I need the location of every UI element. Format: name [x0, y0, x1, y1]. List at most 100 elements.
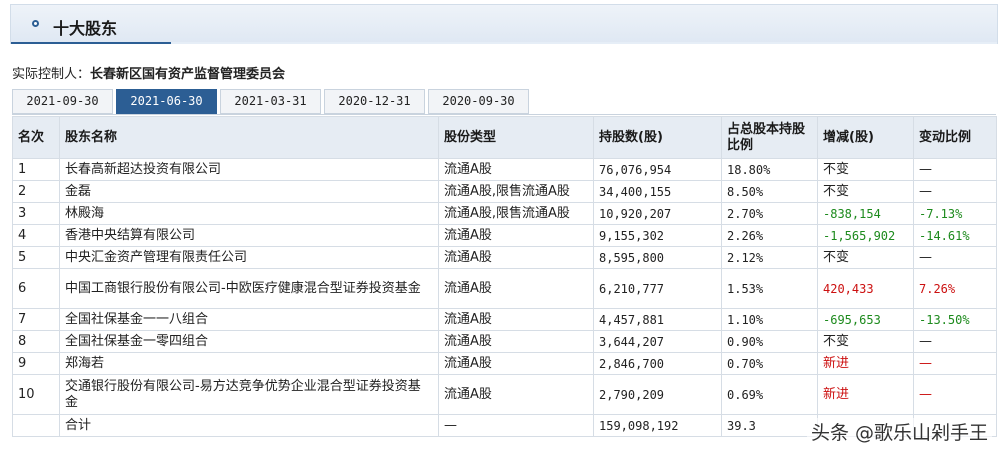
cell-change-ratio: — — [913, 246, 997, 269]
header-ratio: 占总股本持股比例 — [721, 116, 818, 159]
cell-shares: 6,210,777 — [593, 268, 722, 309]
cell-rank-empty — [12, 414, 60, 437]
table-row: 1 长春高新超达投资有限公司 流通A股 76,076,954 18.80% 不变… — [12, 158, 997, 181]
cell-change-ratio: 7.26% — [913, 268, 997, 309]
cell-change-ratio: — — [913, 158, 997, 181]
section-header: 十大股东 — [10, 4, 998, 44]
cell-rank: 1 — [12, 158, 60, 181]
tab-2021-06-30[interactable]: 2021-06-30 — [116, 89, 217, 114]
cell-shares: 2,846,700 — [593, 352, 722, 375]
cell-type: 流通A股 — [438, 308, 594, 331]
cell-name: 全国社保基金一一八组合 — [59, 308, 439, 331]
cell-ratio: 2.12% — [721, 246, 818, 269]
header-rank: 名次 — [12, 116, 60, 159]
cell-name: 交通银行股份有限公司-易方达竞争优势企业混合型证券投资基金 — [59, 374, 439, 415]
cell-change: -1,565,902 — [817, 224, 914, 247]
cell-type: 流通A股 — [438, 330, 594, 353]
cell-name: 林殿海 — [59, 202, 439, 225]
controller-label: 实际控制人： — [12, 67, 91, 82]
cell-change: 不变 — [817, 180, 914, 203]
table-row: 5 中央汇金资产管理有限责任公司 流通A股 8,595,800 2.12% 不变… — [12, 246, 997, 269]
cell-type: 流通A股 — [438, 224, 594, 247]
cell-shares: 2,790,209 — [593, 374, 722, 415]
cell-rank: 10 — [12, 374, 60, 415]
tab-2021-09-30[interactable]: 2021-09-30 — [12, 89, 113, 114]
cell-ratio: 0.90% — [721, 330, 818, 353]
cell-change-ratio: — — [913, 180, 997, 203]
cell-type: 流通A股 — [438, 352, 594, 375]
tab-2020-12-31[interactable]: 2020-12-31 — [324, 89, 425, 114]
cell-change: 不变 — [817, 330, 914, 353]
cell-type: 流通A股 — [438, 268, 594, 309]
cell-type: 流通A股 — [438, 158, 594, 181]
table-row: 10 交通银行股份有限公司-易方达竞争优势企业混合型证券投资基金 流通A股 2,… — [12, 374, 997, 415]
cell-ratio: 0.70% — [721, 352, 818, 375]
cell-name: 郑海若 — [59, 352, 439, 375]
cell-change: 不变 — [817, 246, 914, 269]
table-row: 6 中国工商银行股份有限公司-中欧医疗健康混合型证券投资基金 流通A股 6,21… — [12, 268, 997, 309]
cell-total-label: 合计 — [59, 414, 439, 437]
tab-2021-03-31[interactable]: 2021-03-31 — [220, 89, 321, 114]
cell-rank: 9 — [12, 352, 60, 375]
cell-change-ratio: -14.61% — [913, 224, 997, 247]
cell-ratio: 0.69% — [721, 374, 818, 415]
cell-total-shares: 159,098,192 — [593, 414, 722, 437]
cell-change: 新进 — [817, 352, 914, 375]
cell-name: 中央汇金资产管理有限责任公司 — [59, 246, 439, 269]
cell-ratio: 18.80% — [721, 158, 818, 181]
actual-controller: 实际控制人：长春新区国有资产监督管理委员会 — [12, 63, 285, 82]
cell-change: 新进 — [817, 374, 914, 415]
cell-rank: 8 — [12, 330, 60, 353]
cell-ratio: 1.10% — [721, 308, 818, 331]
header-shares: 持股数(股) — [593, 116, 722, 159]
cell-ratio: 8.50% — [721, 180, 818, 203]
cell-change-ratio: -7.13% — [913, 202, 997, 225]
cell-change: 不变 — [817, 158, 914, 181]
table-row: 4 香港中央结算有限公司 流通A股 9,155,302 2.26% -1,565… — [12, 224, 997, 247]
cell-rank: 4 — [12, 224, 60, 247]
section-title: 十大股东 — [53, 19, 118, 38]
cell-shares: 3,644,207 — [593, 330, 722, 353]
cell-rank: 6 — [12, 268, 60, 309]
cell-type: 流通A股 — [438, 374, 594, 415]
cell-shares: 34,400,155 — [593, 180, 722, 203]
cell-shares: 9,155,302 — [593, 224, 722, 247]
watermark: 头条 @歌乐山剁手王 — [806, 418, 992, 445]
cell-shares: 8,595,800 — [593, 246, 722, 269]
cell-shares: 76,076,954 — [593, 158, 722, 181]
cell-rank: 7 — [12, 308, 60, 331]
cell-change-ratio: — — [913, 330, 997, 353]
cell-type: 流通A股 — [438, 246, 594, 269]
table-row: 2 金磊 流通A股,限售流通A股 34,400,155 8.50% 不变 — — [12, 180, 997, 203]
header-change-ratio: 变动比例 — [913, 116, 997, 159]
cell-type: 流通A股,限售流通A股 — [438, 202, 594, 225]
table-header-row: 名次 股东名称 股份类型 持股数(股) 占总股本持股比例 增减(股) 变动比例 — [12, 116, 997, 159]
cell-change-ratio: — — [913, 374, 997, 415]
cell-change: -838,154 — [817, 202, 914, 225]
table-row: 8 全国社保基金一零四组合 流通A股 3,644,207 0.90% 不变 — — [12, 330, 997, 353]
table-row: 7 全国社保基金一一八组合 流通A股 4,457,881 1.10% -695,… — [12, 308, 997, 331]
cell-change: -695,653 — [817, 308, 914, 331]
cell-shares: 4,457,881 — [593, 308, 722, 331]
cell-name: 金磊 — [59, 180, 439, 203]
cell-name: 香港中央结算有限公司 — [59, 224, 439, 247]
cell-change-ratio: -13.50% — [913, 308, 997, 331]
table-row: 9 郑海若 流通A股 2,846,700 0.70% 新进 — — [12, 352, 997, 375]
cell-total-ratio: 39.3 — [721, 414, 818, 437]
date-tabs: 2021-09-30 2021-06-30 2021-03-31 2020-12… — [12, 88, 996, 115]
cell-change-ratio: — — [913, 352, 997, 375]
tab-2020-09-30[interactable]: 2020-09-30 — [428, 89, 529, 114]
cell-name: 全国社保基金一零四组合 — [59, 330, 439, 353]
header-active-underline — [11, 42, 171, 44]
cell-ratio: 2.26% — [721, 224, 818, 247]
cell-name: 长春高新超达投资有限公司 — [59, 158, 439, 181]
circle-bullet-icon — [32, 20, 39, 27]
cell-total-type: — — [438, 414, 594, 437]
cell-shares: 10,920,207 — [593, 202, 722, 225]
header-type: 股份类型 — [438, 116, 594, 159]
cell-name: 中国工商银行股份有限公司-中欧医疗健康混合型证券投资基金 — [59, 268, 439, 309]
cell-ratio: 2.70% — [721, 202, 818, 225]
controller-value: 长春新区国有资产监督管理委员会 — [90, 67, 286, 82]
cell-type: 流通A股,限售流通A股 — [438, 180, 594, 203]
top-ten-shareholders-table: 名次 股东名称 股份类型 持股数(股) 占总股本持股比例 增减(股) 变动比例 … — [12, 116, 997, 437]
